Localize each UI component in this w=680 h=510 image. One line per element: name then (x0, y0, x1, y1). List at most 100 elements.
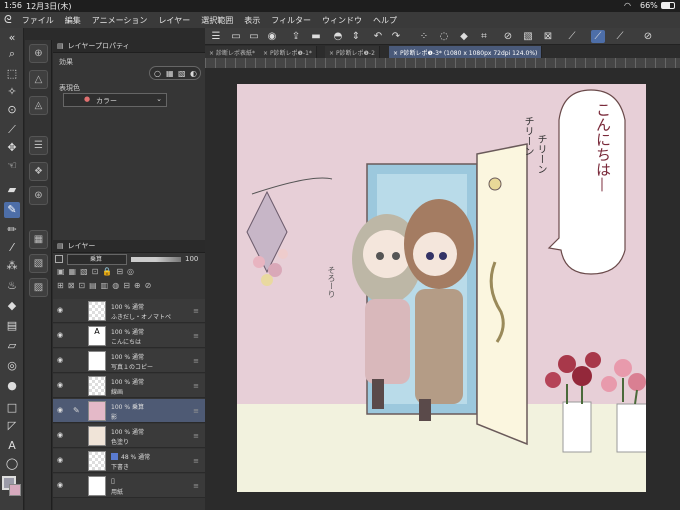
expression-color-select[interactable]: ● カラー ⌄ (63, 93, 167, 107)
settings-icon[interactable]: ⊘ (641, 30, 655, 43)
subtool-pen-icon[interactable]: △ (29, 70, 48, 89)
effect-color-icon[interactable]: ◐ (190, 69, 197, 78)
save-icon[interactable]: ◓ (331, 30, 345, 43)
tab-page2[interactable]: × P診断レポ❶-2 (325, 46, 380, 58)
record-icon[interactable]: ◉ (265, 30, 279, 43)
app-logo-icon[interactable]: ᘓ (4, 13, 12, 27)
illustration-canvas[interactable]: こんにちは— チリーン チリーン そろーり (237, 84, 646, 492)
speech-bubble-icon[interactable]: ◯ (4, 456, 20, 472)
undo-icon[interactable]: ↶ (371, 30, 385, 43)
eyedropper-icon[interactable]: ⟋ (4, 122, 20, 138)
menu-view[interactable]: 表示 (244, 15, 260, 26)
pen-icon[interactable]: ✎ (4, 202, 20, 218)
panel-b-icon[interactable]: ▧ (29, 254, 48, 273)
opacity-slider[interactable] (131, 257, 181, 262)
panel-c-icon[interactable]: ▨ (29, 278, 48, 297)
drag-handle-icon[interactable]: ≡ (193, 357, 199, 365)
subtool-marker-icon[interactable]: ◬ (29, 96, 48, 115)
lasso-icon[interactable]: ⊙ (4, 102, 20, 118)
material-icon[interactable]: ❖ (29, 162, 48, 181)
brush-icon[interactable]: ⁄ (4, 240, 20, 256)
menu-animation[interactable]: アニメーション (92, 15, 148, 26)
blend-mode-select[interactable]: 乗算 (67, 254, 127, 265)
layer-stack-icon[interactable]: ☰ (29, 136, 48, 155)
new-icon[interactable]: ▭ (229, 30, 243, 43)
drag-handle-icon[interactable]: ≡ (193, 407, 199, 415)
nav-icon[interactable]: ⊕ (29, 44, 48, 63)
deselect-icon[interactable]: ⁘ (417, 30, 431, 43)
effect-border-icon[interactable]: ○ (154, 69, 161, 78)
menu-filter[interactable]: フィルター (271, 15, 311, 26)
crop-icon[interactable]: ⌗ (477, 30, 491, 43)
text-icon[interactable]: A (4, 438, 20, 454)
menu-window[interactable]: ウィンドウ (322, 15, 362, 26)
close-icon[interactable]: × (209, 50, 216, 57)
layer-row[interactable]: ◉ 48 % 通常 下書き ≡ (53, 449, 205, 473)
ruler-snap-icon[interactable]: ⟋ (565, 30, 579, 43)
gradient-icon[interactable]: ▤ (4, 318, 20, 334)
eye-icon[interactable]: ◉ (57, 481, 63, 489)
layer-action-icons[interactable]: ⊞⊠⊡▤▥◍⊟⊕⊘ (57, 281, 202, 293)
layer-color-swatch[interactable] (55, 255, 63, 263)
open-icon[interactable]: ▭ (247, 30, 261, 43)
auto-select-icon[interactable]: ✧ (4, 84, 20, 100)
layer-row[interactable]: ◉ 100 % 通常 色塗り ≡ (53, 424, 205, 448)
eye-icon[interactable]: ◉ (57, 431, 63, 439)
collapse-icon[interactable]: « (4, 30, 20, 46)
menu-icon[interactable]: ☰ (209, 30, 223, 43)
layer-row[interactable]: ◉ ▯ 用紙 ≡ (53, 474, 205, 498)
menu-file[interactable]: ファイル (22, 15, 54, 26)
upload-icon[interactable]: ⇪ (289, 30, 303, 43)
balloon-icon[interactable]: ● (4, 378, 20, 394)
select-icon[interactable]: ⬚ (4, 66, 20, 82)
menu-edit[interactable]: 編集 (65, 15, 81, 26)
effect-buttons[interactable]: ○ ▦ ▧ ◐ (149, 66, 201, 80)
pencil-icon[interactable]: ✏ (4, 222, 20, 238)
eye-icon[interactable]: ◉ (57, 406, 63, 414)
ruler-icon[interactable]: ◸ (4, 418, 20, 434)
drag-handle-icon[interactable]: ≡ (193, 332, 199, 340)
hand-icon[interactable]: ☜ (4, 158, 20, 174)
tab-page3[interactable]: × P診断レポ❶-3* (1080 x 1080px 72dpi 124.0%) (389, 46, 543, 58)
snap-b-icon[interactable]: ⊠ (541, 30, 555, 43)
figure-icon[interactable]: ▱ (4, 338, 20, 354)
eye-icon[interactable]: ◉ (57, 381, 63, 389)
menu-help[interactable]: ヘルプ (373, 15, 397, 26)
close-icon[interactable]: × (329, 50, 336, 57)
airbrush-icon[interactable]: ⁂ (4, 258, 20, 274)
arrow-icon[interactable]: ⇕ (349, 30, 363, 43)
menu-layer[interactable]: レイヤー (158, 15, 190, 26)
stabilizer-icon[interactable]: ⟋ (613, 30, 627, 43)
tab-cover[interactable]: × 診断レポ表紙* (205, 46, 260, 58)
snap-a-icon[interactable]: ▧ (521, 30, 535, 43)
tab-page1[interactable]: × P診断レポ❶-1* (259, 46, 317, 58)
effect-tone-icon[interactable]: ▦ (166, 69, 174, 78)
drag-handle-icon[interactable]: ≡ (193, 432, 199, 440)
fill-icon[interactable]: ◆ (4, 298, 20, 314)
eye-icon[interactable]: ◉ (57, 356, 63, 364)
drag-handle-icon[interactable]: ≡ (193, 307, 199, 315)
panel-a-icon[interactable]: ▦ (29, 230, 48, 249)
drag-handle-icon[interactable]: ≡ (193, 382, 199, 390)
layer-row[interactable]: ◉ 100 % 通常 ふきだし・オノマトペ ≡ (53, 299, 205, 323)
redo-icon[interactable]: ↷ (389, 30, 403, 43)
grid-toggle-icon[interactable]: ⊘ (501, 30, 515, 43)
menu-selection[interactable]: 選択範囲 (201, 15, 233, 26)
layer-row-selected[interactable]: ◉ ✎ 100 % 乗算影 ≡ (53, 399, 205, 423)
eye-icon[interactable]: ◉ (57, 306, 63, 314)
effect-extract-icon[interactable]: ▧ (178, 69, 186, 78)
eye-icon[interactable]: ◉ (57, 331, 63, 339)
move-icon[interactable]: ✥ (4, 140, 20, 156)
pen-pressure-icon[interactable]: ⟋ (591, 30, 605, 43)
folder-icon[interactable]: ▬ (309, 30, 323, 43)
frame-icon[interactable]: ◎ (4, 358, 20, 374)
layer-option-icons[interactable]: ▣▦▧⊡🔒⊟◎ (57, 267, 202, 279)
close-icon[interactable]: × (393, 50, 400, 57)
layer-row[interactable]: ◉ 100 % 通常 写真１のコピー ≡ (53, 349, 205, 373)
layer-row[interactable]: ◉ 100 % 通常 線画 ≡ (53, 374, 205, 398)
fill-selection-icon[interactable]: ◆ (457, 30, 471, 43)
drag-handle-icon[interactable]: ≡ (193, 457, 199, 465)
blend-icon[interactable]: ♨ (4, 278, 20, 294)
eye-icon[interactable]: ◉ (57, 456, 63, 464)
sub-color-swatch[interactable] (9, 484, 21, 496)
